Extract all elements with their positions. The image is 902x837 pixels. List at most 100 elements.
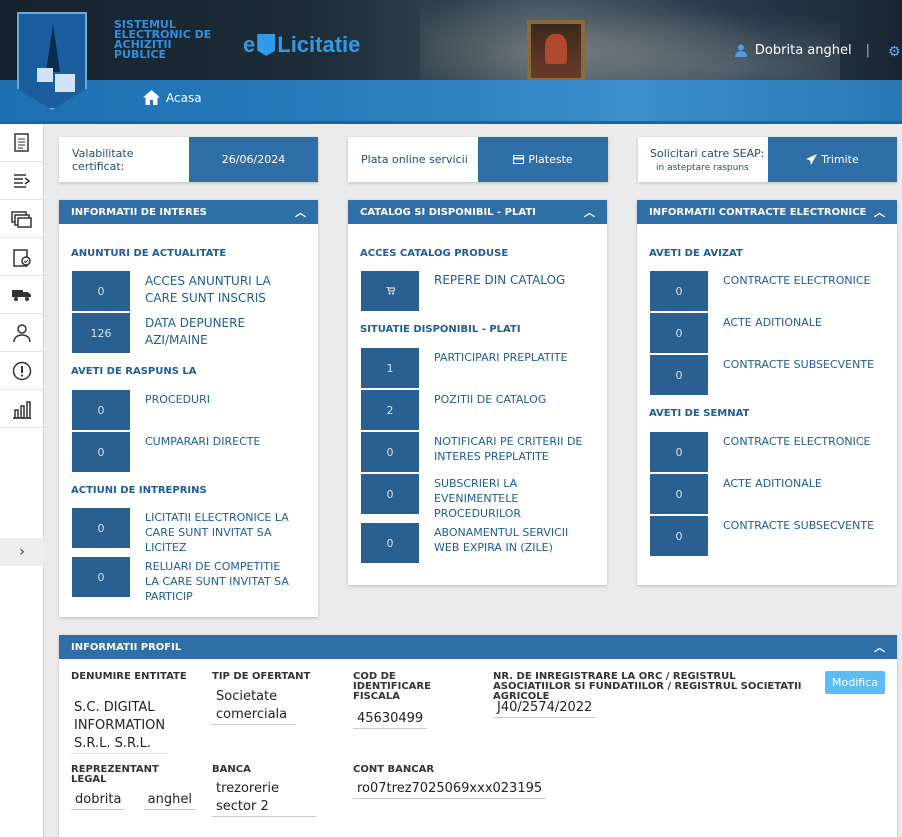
count-box[interactable]: 0 xyxy=(72,508,130,548)
count-box[interactable]: 0 xyxy=(650,313,708,353)
sidebar-item-contracts[interactable] xyxy=(0,238,43,276)
sidebar-item-export[interactable] xyxy=(0,162,43,200)
item-label[interactable]: REPERE DIN CATALOG xyxy=(434,271,594,288)
panel-title: CATALOG SI DISPONIBIL - PLATI xyxy=(360,206,536,218)
pay-button[interactable]: Plateste xyxy=(478,137,608,182)
list-item[interactable]: 0 SUBSCRIERI LA EVENIMENTELE PROCEDURILOR xyxy=(361,474,564,521)
sidebar-item-profile[interactable] xyxy=(0,314,43,352)
send-button[interactable]: Trimite xyxy=(768,137,897,182)
count-box[interactable]: 0 xyxy=(72,271,130,311)
orc-value: J40/2574/2022 xyxy=(493,699,602,718)
certificate-value: 26/06/2024 xyxy=(189,137,318,182)
contracts-panel-header[interactable]: INFORMATII CONTRACTE ELECTRONICE ︿ xyxy=(637,200,897,224)
interest-panel-header[interactable]: INFORMATII DE INTERES ︿ xyxy=(59,200,318,224)
list-item[interactable]: 126 DATA DEPUNERE AZI/MAINE xyxy=(72,313,285,353)
sidebar-item-alerts[interactable] xyxy=(0,352,43,390)
sidebar-item-vehicles[interactable] xyxy=(0,276,43,314)
section-title: AVETI DE RASPUNS LA xyxy=(71,366,197,377)
catalog-panel: CATALOG SI DISPONIBIL - PLATI ︿ ACCES CAT… xyxy=(348,200,607,585)
list-item[interactable]: 0 CONTRACTE SUBSECVENTE xyxy=(650,355,883,395)
user-name[interactable]: Dobrita anghel xyxy=(755,43,852,58)
count-box[interactable]: 0 xyxy=(72,390,130,430)
list-item[interactable]: 0 RELUARI DE COMPETITIE LA CARE SUNT INVI… xyxy=(72,557,295,604)
panel-title: INFORMATII CONTRACTE ELECTRONICE xyxy=(649,206,867,218)
sidebar-item-notices[interactable] xyxy=(0,124,43,162)
list-item[interactable]: 0 ACCES ANUNTURI LA CARE SUNT INSCRIS xyxy=(72,271,285,311)
count-box[interactable]: 0 xyxy=(361,474,419,514)
list-item[interactable]: 0 ACTE ADITIONALE xyxy=(650,474,883,514)
item-label[interactable]: POZITII DE CATALOG xyxy=(434,390,594,407)
list-item[interactable]: 1 PARTICIPARI PREPLATITE xyxy=(361,348,594,388)
cif-label: COD DE IDENTIFICARE FISCALA xyxy=(353,671,431,702)
list-item[interactable]: 0 CONTRACTE SUBSECVENTE xyxy=(650,516,883,556)
user-menu[interactable]: Dobrita anghel | xyxy=(734,43,870,58)
gear-icon[interactable]: ⚙ xyxy=(888,44,901,60)
payment-label: Plata online servicii xyxy=(361,153,468,166)
count-box[interactable]: 0 xyxy=(650,516,708,556)
item-label[interactable]: DATA DEPUNERE AZI/MAINE xyxy=(145,313,285,349)
chevron-up-icon[interactable]: ︿ xyxy=(584,204,595,220)
count-box[interactable]: 0 xyxy=(650,474,708,514)
chevron-up-icon[interactable]: ︿ xyxy=(874,204,885,220)
section-title: ACTIUNI DE INTREPRINS xyxy=(71,485,207,496)
list-item[interactable]: 0 PROCEDURI xyxy=(72,390,305,430)
item-label[interactable]: SUBSCRIERI LA EVENIMENTELE PROCEDURILOR xyxy=(434,474,564,521)
chevron-up-icon[interactable]: ︿ xyxy=(874,639,885,655)
item-label[interactable]: CONTRACTE SUBSECVENTE xyxy=(723,516,883,533)
list-item[interactable]: REPERE DIN CATALOG xyxy=(361,271,594,311)
item-label[interactable]: RELUARI DE COMPETITIE LA CARE SUNT INVIT… xyxy=(145,557,295,604)
list-item[interactable]: 0 ABONAMENTUL SERVICII WEB EXPIRA IN (ZIL… xyxy=(361,523,594,563)
modify-button[interactable]: Modifica xyxy=(825,671,885,694)
type-value: Societate comerciala xyxy=(212,688,302,725)
list-item[interactable]: 0 CUMPARARI DIRECTE xyxy=(72,432,305,472)
orc-label: NR. DE INREGISTRARE LA ORC / REGISTRUL A… xyxy=(493,671,802,702)
item-label[interactable]: PARTICIPARI PREPLATITE xyxy=(434,348,594,365)
count-box[interactable]: 0 xyxy=(361,432,419,472)
item-label[interactable]: ABONAMENTUL SERVICII WEB EXPIRA IN (ZILE… xyxy=(434,523,594,555)
item-label[interactable]: CUMPARARI DIRECTE xyxy=(145,432,305,449)
person-icon xyxy=(12,323,31,342)
cif-value-text: 45630499 xyxy=(353,710,428,729)
requests-card: Solicitari catre SEAP: 0 in asteptare ra… xyxy=(638,137,897,182)
count-box[interactable]: 0 xyxy=(650,355,708,395)
list-item[interactable]: 2 POZITII DE CATALOG xyxy=(361,390,594,430)
count-box[interactable]: 0 xyxy=(72,432,130,472)
pay-button-label: Plateste xyxy=(528,153,573,166)
list-item[interactable]: 0 NOTIFICARI PE CRITERII DE INTERES PREPL… xyxy=(361,432,594,472)
sidebar-expand-toggle[interactable]: › xyxy=(0,538,44,566)
list-item[interactable]: 0 CONTRACTE ELECTRONICE xyxy=(650,432,883,472)
breadcrumb-home[interactable]: Acasa xyxy=(143,90,202,105)
chevron-up-icon[interactable]: ︿ xyxy=(295,204,306,220)
list-item[interactable]: 0 LICITATII ELECTRONICE LA CARE SUNT INVI… xyxy=(72,508,295,555)
system-title: SISTEMUL ELECTRONIC DE ACHIZITII PUBLICE xyxy=(114,19,234,60)
count-box[interactable]: 126 xyxy=(72,313,130,353)
contracts-panel: INFORMATII CONTRACTE ELECTRONICE ︿ AVETI … xyxy=(637,200,897,585)
count-box[interactable]: 0 xyxy=(361,523,419,563)
count-box[interactable]: 0 xyxy=(72,557,130,597)
account-value-text: ro07trez7025069xxx023195 xyxy=(353,780,547,799)
cart-box[interactable] xyxy=(361,271,419,311)
item-label[interactable]: ACTE ADITIONALE xyxy=(723,313,883,330)
truck-icon xyxy=(11,289,31,301)
count-box[interactable]: 0 xyxy=(650,432,708,472)
sidebar-item-statistics[interactable] xyxy=(0,390,43,428)
profile-panel-header[interactable]: INFORMATII PROFIL ︿ xyxy=(59,635,897,659)
item-label[interactable]: ACTE ADITIONALE xyxy=(723,474,883,491)
count-box[interactable]: 0 xyxy=(650,271,708,311)
count-box[interactable]: 1 xyxy=(361,348,419,388)
item-label[interactable]: LICITATII ELECTRONICE LA CARE SUNT INVIT… xyxy=(145,508,295,555)
list-item[interactable]: 0 CONTRACTE ELECTRONICE xyxy=(650,271,883,311)
item-label[interactable]: ACCES ANUNTURI LA CARE SUNT INSCRIS xyxy=(145,271,285,307)
entity-label: DENUMIRE ENTITATE xyxy=(71,671,187,682)
item-label[interactable]: PROCEDURI xyxy=(145,390,305,407)
sidebar-item-catalog[interactable] xyxy=(0,200,43,238)
elicitatie-brand[interactable]: e Licitatie xyxy=(243,32,360,58)
item-label[interactable]: NOTIFICARI PE CRITERII DE INTERES PREPLA… xyxy=(434,432,594,464)
account-label: CONT BANCAR xyxy=(353,764,435,775)
catalog-panel-header[interactable]: CATALOG SI DISPONIBIL - PLATI ︿ xyxy=(348,200,607,224)
item-label[interactable]: CONTRACTE SUBSECVENTE xyxy=(723,355,883,372)
item-label[interactable]: CONTRACTE ELECTRONICE xyxy=(723,432,883,449)
list-item[interactable]: 0 ACTE ADITIONALE xyxy=(650,313,883,353)
count-box[interactable]: 2 xyxy=(361,390,419,430)
item-label[interactable]: CONTRACTE ELECTRONICE xyxy=(723,271,883,288)
